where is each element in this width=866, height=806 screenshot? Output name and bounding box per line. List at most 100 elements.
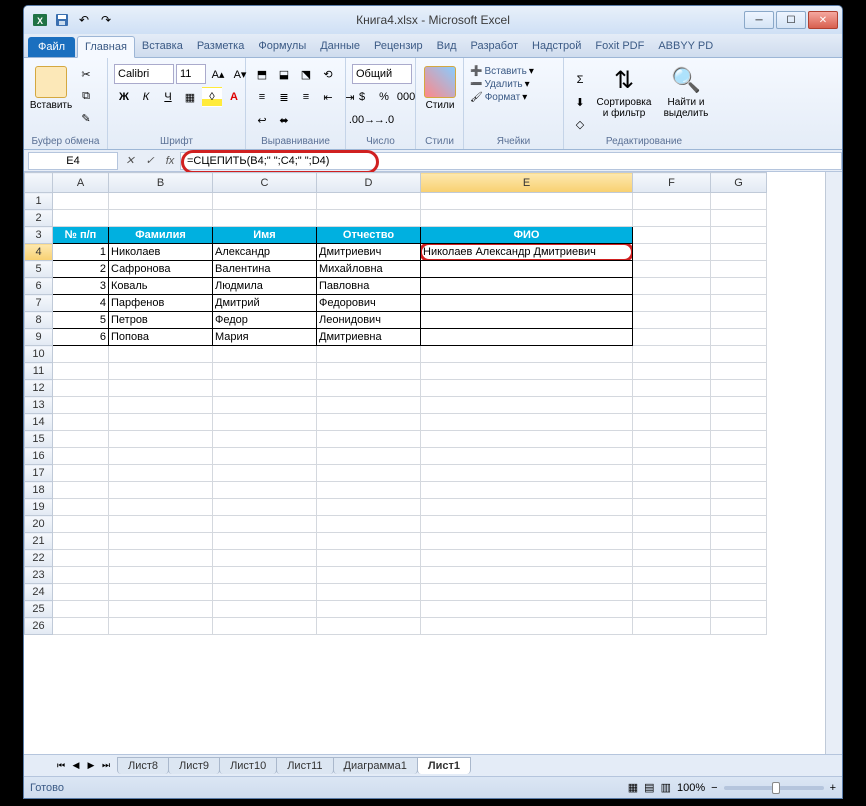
- copy-icon[interactable]: ⧉: [76, 86, 96, 106]
- cell[interactable]: [109, 567, 213, 584]
- cell[interactable]: [633, 363, 711, 380]
- cell[interactable]: [109, 193, 213, 210]
- cell[interactable]: [213, 533, 317, 550]
- row-header[interactable]: 20: [25, 516, 53, 533]
- cell[interactable]: [421, 346, 633, 363]
- row-header[interactable]: 3: [25, 227, 53, 244]
- font-name-select[interactable]: Calibri: [114, 64, 174, 84]
- cell[interactable]: [633, 516, 711, 533]
- bold-button[interactable]: Ж: [114, 87, 134, 107]
- view-pagebreak-icon[interactable]: ▥: [661, 781, 671, 794]
- sheet-tab[interactable]: Диаграмма1: [333, 757, 418, 774]
- cell[interactable]: [53, 533, 109, 550]
- cell[interactable]: [53, 601, 109, 618]
- cell[interactable]: [421, 448, 633, 465]
- row-header[interactable]: 22: [25, 550, 53, 567]
- table-cell[interactable]: Валентина: [213, 261, 317, 278]
- table-cell[interactable]: Федор: [213, 312, 317, 329]
- cell[interactable]: [317, 193, 421, 210]
- cell[interactable]: [213, 397, 317, 414]
- table-cell[interactable]: [421, 295, 633, 312]
- cell[interactable]: [421, 499, 633, 516]
- paste-button[interactable]: Вставить: [30, 64, 72, 113]
- row-header[interactable]: 18: [25, 482, 53, 499]
- fill-color-icon[interactable]: ◊: [202, 87, 222, 107]
- cell[interactable]: [109, 346, 213, 363]
- italic-button[interactable]: К: [136, 87, 156, 107]
- cell[interactable]: [317, 363, 421, 380]
- ribbon-tab-надстрой[interactable]: Надстрой: [525, 36, 588, 57]
- cell[interactable]: [421, 516, 633, 533]
- cell[interactable]: [421, 397, 633, 414]
- table-cell[interactable]: Коваль: [109, 278, 213, 295]
- table-cell[interactable]: 5: [53, 312, 109, 329]
- align-top-icon[interactable]: ⬒: [252, 64, 272, 84]
- cell[interactable]: [213, 601, 317, 618]
- table-cell[interactable]: [421, 261, 633, 278]
- sheet-tab[interactable]: Лист11: [276, 757, 333, 774]
- row-header[interactable]: 23: [25, 567, 53, 584]
- cell[interactable]: [109, 431, 213, 448]
- ribbon-tab-формулы[interactable]: Формулы: [251, 36, 313, 57]
- cell[interactable]: [633, 397, 711, 414]
- view-layout-icon[interactable]: ▤: [644, 781, 654, 794]
- table-cell[interactable]: Николаев: [109, 244, 213, 261]
- cell[interactable]: [421, 414, 633, 431]
- view-normal-icon[interactable]: ▦: [628, 781, 638, 794]
- cell[interactable]: [109, 414, 213, 431]
- cell[interactable]: [633, 380, 711, 397]
- row-header[interactable]: 9: [25, 329, 53, 346]
- cell[interactable]: [633, 414, 711, 431]
- percent-icon[interactable]: %: [374, 87, 394, 107]
- vertical-scrollbar[interactable]: [825, 172, 842, 754]
- cell[interactable]: [317, 533, 421, 550]
- zoom-thumb[interactable]: [772, 782, 780, 794]
- cell[interactable]: [633, 193, 711, 210]
- cell[interactable]: [213, 618, 317, 635]
- table-cell[interactable]: 4: [53, 295, 109, 312]
- cell[interactable]: [109, 363, 213, 380]
- cell[interactable]: [109, 601, 213, 618]
- sheet-tab[interactable]: Лист10: [219, 757, 277, 774]
- row-header[interactable]: 17: [25, 465, 53, 482]
- table-cell[interactable]: 2: [53, 261, 109, 278]
- cell[interactable]: [109, 516, 213, 533]
- cell[interactable]: [421, 210, 633, 227]
- cell[interactable]: [633, 227, 711, 244]
- enter-formula-icon[interactable]: ✓: [140, 152, 160, 170]
- ribbon-tab-данные[interactable]: Данные: [313, 36, 367, 57]
- cell[interactable]: [711, 210, 767, 227]
- merge-icon[interactable]: ⬌: [274, 110, 294, 130]
- cell[interactable]: [711, 618, 767, 635]
- cell[interactable]: [421, 465, 633, 482]
- row-header[interactable]: 25: [25, 601, 53, 618]
- row-header[interactable]: 13: [25, 397, 53, 414]
- ribbon-tab-главная[interactable]: Главная: [77, 36, 135, 58]
- cell[interactable]: [213, 567, 317, 584]
- zoom-in-button[interactable]: +: [830, 782, 836, 794]
- delete-cells-button[interactable]: ➖Удалить ▾: [470, 79, 530, 90]
- cell[interactable]: [317, 550, 421, 567]
- ribbon-tab-abbyy pd[interactable]: ABBYY PD: [651, 36, 720, 57]
- cell[interactable]: [53, 567, 109, 584]
- cell[interactable]: [633, 210, 711, 227]
- column-header[interactable]: B: [109, 173, 213, 193]
- table-cell[interactable]: Александр: [213, 244, 317, 261]
- cell[interactable]: [421, 550, 633, 567]
- cell[interactable]: [317, 346, 421, 363]
- row-header[interactable]: 24: [25, 584, 53, 601]
- cell[interactable]: [317, 601, 421, 618]
- formula-input[interactable]: =СЦЕПИТЬ(B4;" ";C4;" ";D4): [180, 152, 842, 170]
- cell[interactable]: [421, 380, 633, 397]
- align-bottom-icon[interactable]: ⬔: [296, 64, 316, 84]
- sheet-tab[interactable]: Лист1: [417, 757, 471, 774]
- table-cell[interactable]: Дмитрий: [213, 295, 317, 312]
- table-cell[interactable]: Попова: [109, 329, 213, 346]
- table-cell[interactable]: 6: [53, 329, 109, 346]
- table-cell[interactable]: [421, 312, 633, 329]
- cell[interactable]: [109, 210, 213, 227]
- cell[interactable]: [421, 482, 633, 499]
- cell[interactable]: [711, 550, 767, 567]
- close-button[interactable]: ✕: [808, 11, 838, 29]
- cell[interactable]: [633, 278, 711, 295]
